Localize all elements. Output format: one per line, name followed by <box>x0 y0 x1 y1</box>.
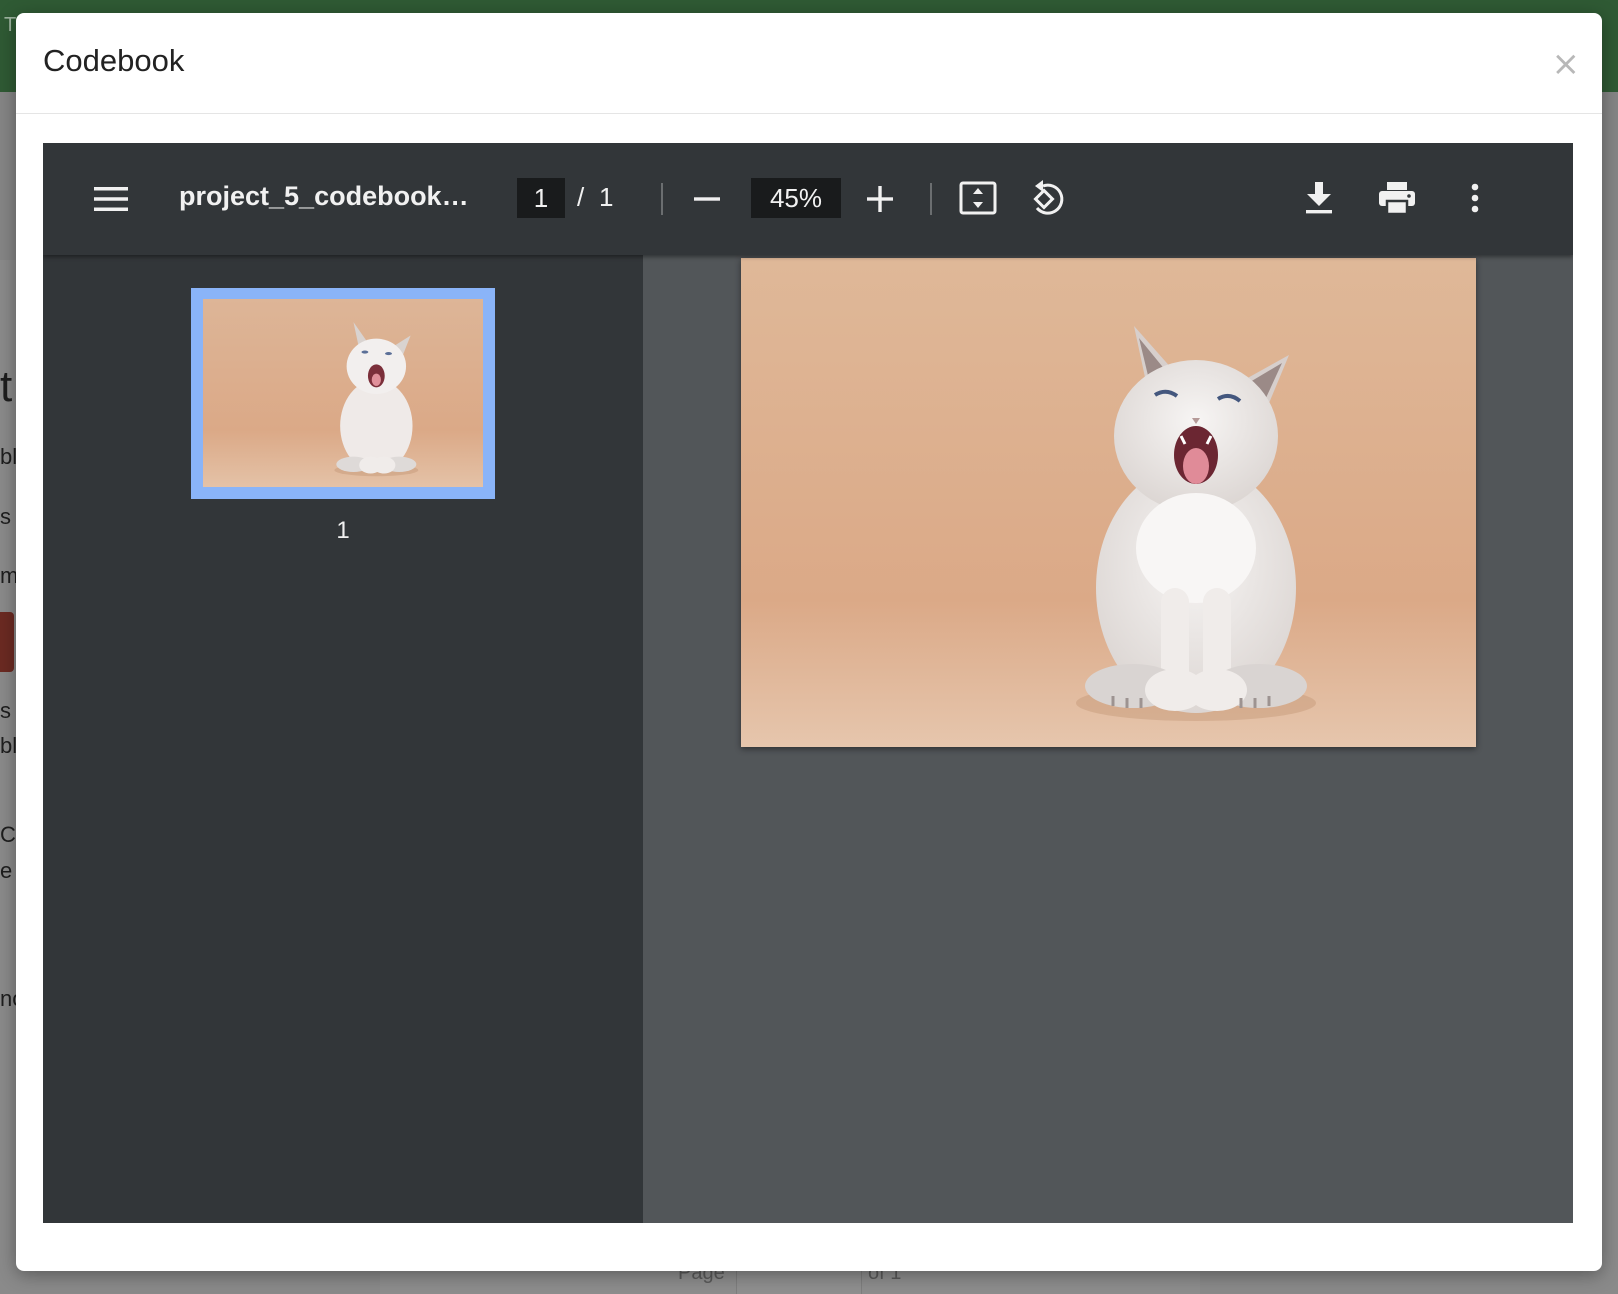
more-vert-icon[interactable] <box>1457 177 1493 219</box>
pdf-toolbar: project_5_codebook0... 1 / 1 45% <box>43 143 1573 255</box>
print-icon[interactable] <box>1375 177 1419 219</box>
plus-icon[interactable] <box>860 179 900 219</box>
close-button[interactable]: × <box>1552 47 1581 81</box>
background-text-fragment: C <box>0 822 16 847</box>
document-filename: project_5_codebook0... <box>179 181 469 211</box>
total-pages: 1 <box>599 182 614 212</box>
hamburger-menu-icon[interactable] <box>91 179 131 219</box>
background-top-bar-char: T <box>4 14 17 36</box>
background-red-button <box>0 612 14 672</box>
fit-to-page-icon[interactable] <box>957 177 999 219</box>
background-text-fragment: s <box>0 504 11 529</box>
thumbnail-sidebar: 1 <box>43 255 643 1223</box>
thumbnail-page-number: 1 <box>336 517 350 544</box>
modal-title: Codebook <box>43 43 185 78</box>
modal-header: Codebook × <box>16 13 1602 114</box>
rotate-counterclockwise-icon[interactable] <box>1027 177 1069 219</box>
background-text-fragment: bl <box>0 733 18 758</box>
kitten-image <box>741 258 1476 747</box>
background-text-fragment: bl <box>0 444 18 469</box>
thumbnail-kitten-image <box>203 299 483 487</box>
background-text-fragment: t <box>0 362 13 411</box>
minus-icon[interactable] <box>687 179 727 219</box>
zoom-level-input[interactable]: 45% <box>751 178 841 218</box>
pdf-viewer: project_5_codebook0... 1 / 1 45% 1 <box>43 143 1573 1223</box>
codebook-modal: Codebook × project_5_codebook0... 1 / 1 … <box>16 13 1602 1271</box>
toolbar-divider <box>661 183 663 215</box>
page-thumbnail[interactable] <box>191 288 495 499</box>
background-text-fragment: e <box>0 858 13 883</box>
pdf-page <box>741 258 1476 747</box>
download-icon[interactable] <box>1298 177 1340 219</box>
toolbar-divider <box>930 183 932 215</box>
page-number-input[interactable]: 1 <box>517 178 565 218</box>
page-separator: / <box>577 182 585 212</box>
background-text-fragment: s <box>0 698 11 723</box>
